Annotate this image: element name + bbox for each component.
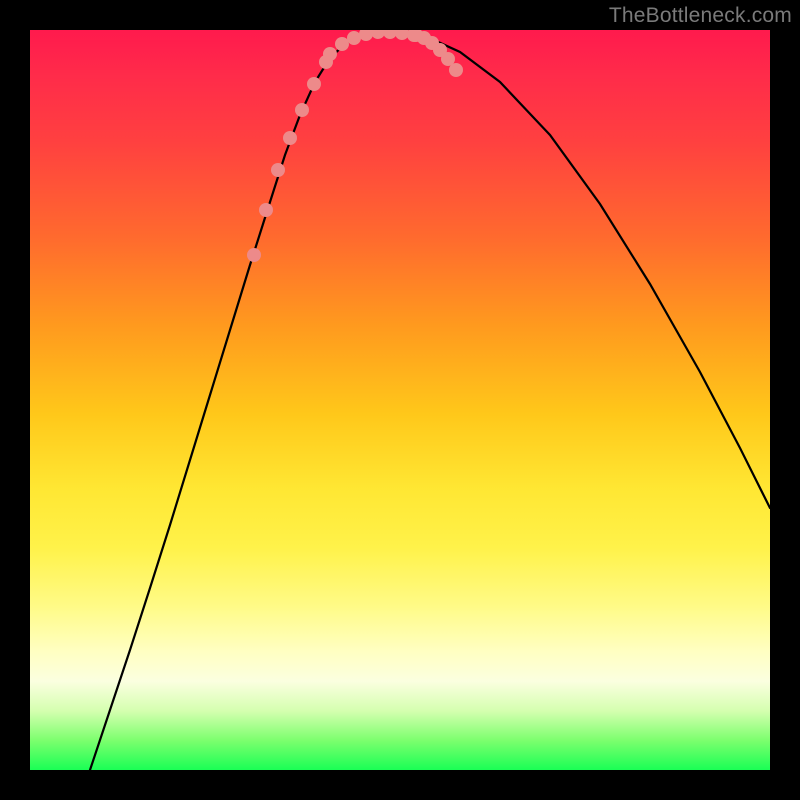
- highlight-dot: [271, 163, 285, 177]
- highlight-bottom: [323, 30, 421, 61]
- highlight-dot: [395, 30, 409, 40]
- highlight-dot: [449, 63, 463, 77]
- curve-layer: [30, 30, 770, 770]
- highlight-dot: [323, 47, 337, 61]
- highlight-dot: [371, 30, 385, 39]
- watermark-text: TheBottleneck.com: [609, 4, 792, 28]
- highlight-dot: [307, 77, 321, 91]
- highlight-dot: [359, 30, 373, 41]
- chart-frame: TheBottleneck.com: [0, 0, 800, 800]
- highlight-dot: [335, 37, 349, 51]
- highlight-dot: [259, 203, 273, 217]
- highlight-dot: [295, 103, 309, 117]
- highlight-dot: [383, 30, 397, 39]
- highlight-right: [409, 30, 463, 77]
- bottleneck-curve: [90, 32, 770, 770]
- highlight-dot: [247, 248, 261, 262]
- highlight-dot: [347, 31, 361, 45]
- highlight-dot: [283, 131, 297, 145]
